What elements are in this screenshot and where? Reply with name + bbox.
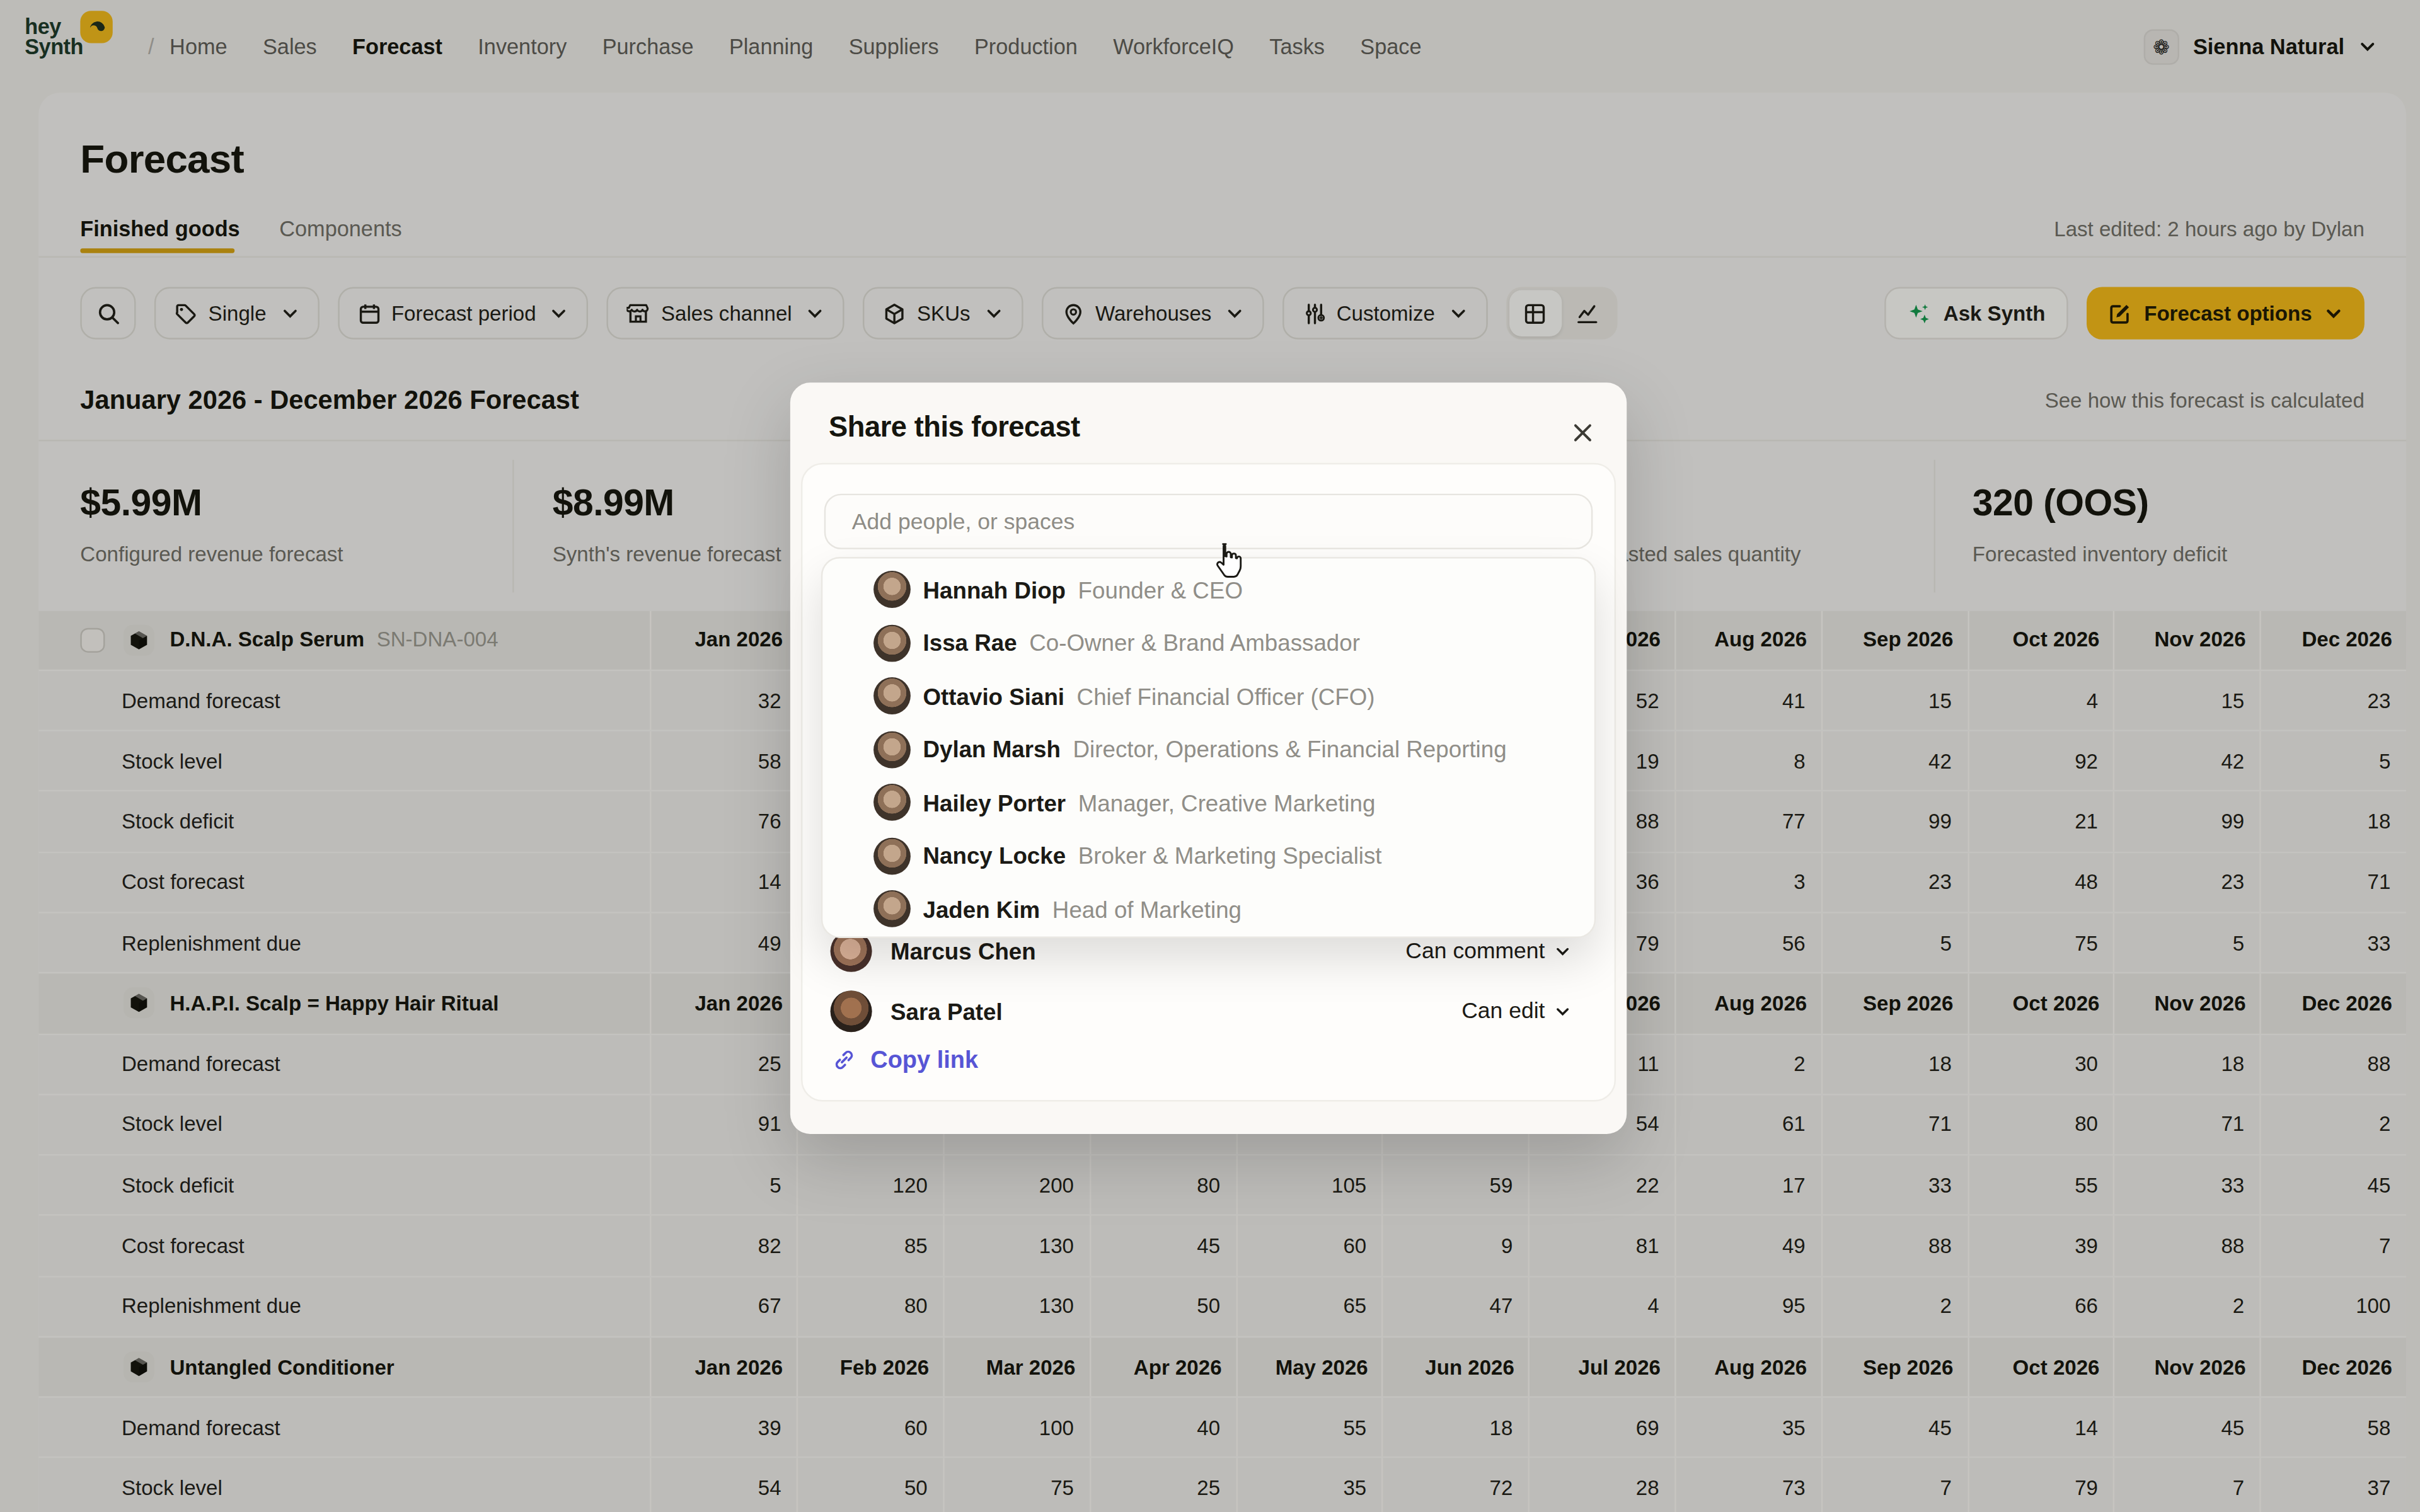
avatar [873, 784, 911, 822]
permission-dropdown[interactable]: Can edit [1461, 998, 1571, 1022]
person-role: Head of Marketing [1052, 896, 1242, 922]
person-role: Manager, Creative Marketing [1078, 789, 1376, 816]
person-name: Dylan Marsh [923, 736, 1060, 763]
avatar [831, 990, 872, 1031]
chevron-down-icon [1554, 942, 1571, 959]
person-name: Hannah Diop [923, 576, 1066, 603]
people-suggestions-dropdown: Hannah DiopFounder & CEO Issa Rae Co-Owner… [821, 557, 1596, 938]
avatar [873, 624, 911, 662]
suggestion-issa-rae[interactable]: Issa Rae Co-Owner & Brand Ambassador [822, 616, 1594, 669]
share-modal: Share this forecast Add people, or space… [790, 382, 1627, 1134]
person-role: Chief Financial Officer (CFO) [1077, 683, 1375, 709]
suggestion-nancy-locke[interactable]: Nancy Locke Broker & Marketing Specialist [822, 829, 1594, 882]
person-name: Issa Rae [923, 630, 1017, 656]
person-name: Hailey Porter [923, 789, 1066, 816]
chevron-down-icon [1554, 1002, 1571, 1019]
close-icon[interactable] [1570, 420, 1596, 446]
link-icon [832, 1048, 856, 1072]
person-name: Nancy Locke [923, 843, 1066, 869]
suggestion-dylan-marsh[interactable]: Dylan Marsh Director, Operations & Financ… [822, 723, 1594, 776]
avatar [873, 731, 911, 768]
avatar [873, 678, 911, 715]
access-row-sara-patel: Sara PatelCan edit [831, 987, 1572, 1033]
copy-link-button[interactable]: Copy link [832, 1046, 978, 1074]
permission-dropdown[interactable]: Can comment [1405, 938, 1571, 963]
mouse-cursor [1210, 542, 1244, 582]
person-role: Director, Operations & Financial Reporti… [1073, 736, 1507, 763]
person-name: Ottavio Siani [923, 683, 1064, 709]
suggestion-hannah-diop[interactable]: Hannah DiopFounder & CEO [822, 563, 1594, 616]
person-role: Broker & Marketing Specialist [1078, 843, 1382, 869]
avatar [873, 891, 911, 928]
suggestion-ottavio-siani[interactable]: Ottavio Siani Chief Financial Officer (CF… [822, 670, 1594, 723]
avatar [873, 571, 911, 609]
avatar [873, 837, 911, 874]
modal-title: Share this forecast [829, 410, 1080, 444]
suggestion-jaden-kim[interactable]: Jaden Kim Head of Marketing [822, 883, 1594, 936]
suggestion-hailey-porter[interactable]: Hailey Porter Manager, Creative Marketing [822, 776, 1594, 829]
person-name: Jaden Kim [923, 896, 1040, 922]
add-people-input[interactable]: Add people, or spaces [824, 494, 1593, 549]
person-role: Co-Owner & Brand Ambassador [1029, 630, 1360, 656]
